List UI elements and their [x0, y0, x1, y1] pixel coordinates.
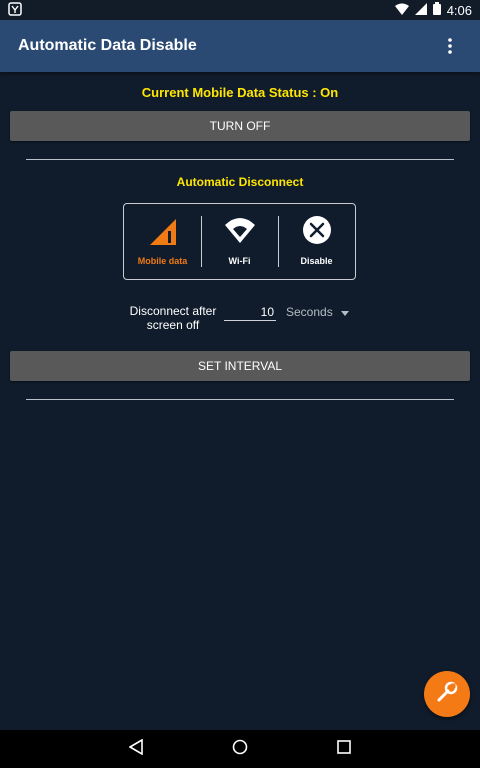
automatic-disconnect-title: Automatic Disconnect — [176, 175, 304, 189]
disconnect-after-label: Disconnect after screen off — [129, 304, 217, 332]
divider-top — [26, 159, 454, 160]
overflow-menu-icon[interactable] — [438, 34, 462, 58]
home-circle-icon — [232, 739, 248, 760]
close-circle-icon — [302, 215, 332, 250]
status-bar: 4:06 — [0, 0, 480, 20]
recents-button[interactable] — [333, 738, 355, 760]
back-triangle-icon — [128, 738, 143, 760]
clock-text: 4:06 — [446, 2, 472, 18]
wrench-icon — [436, 681, 458, 708]
home-button[interactable] — [229, 738, 251, 760]
navigation-bar — [0, 730, 480, 768]
signal-icon — [414, 2, 427, 18]
wifi-status-icon — [394, 3, 409, 18]
toggle-disable-label: Disable — [300, 255, 333, 266]
divider-bottom — [26, 399, 454, 400]
mobile-data-status-text: Current Mobile Data Status : On — [141, 85, 339, 100]
disconnect-mode-toggle-group: Mobile data Wi-Fi Disable — [123, 203, 356, 280]
set-interval-button[interactable]: SET INTERVAL — [10, 351, 470, 381]
toggle-mobile-data[interactable]: Mobile data — [124, 204, 201, 279]
mobile-data-icon — [148, 217, 178, 250]
interval-value-input[interactable] — [224, 303, 276, 321]
recents-square-icon — [337, 739, 351, 759]
wifi-icon — [224, 215, 255, 250]
toggle-mobile-data-label: Mobile data — [137, 255, 188, 266]
turn-off-button[interactable]: TURN OFF — [10, 111, 470, 141]
toggle-wifi-label: Wi-Fi — [228, 255, 251, 266]
app-title: Automatic Data Disable — [18, 37, 197, 54]
interval-unit-label: Seconds — [286, 305, 333, 319]
interval-row: Disconnect after screen off Seconds — [0, 300, 480, 340]
battery-icon — [432, 2, 441, 18]
interval-unit-dropdown[interactable]: Seconds — [286, 303, 356, 321]
notification-icon — [8, 1, 22, 19]
settings-fab[interactable] — [424, 671, 470, 717]
toggle-wifi[interactable]: Wi-Fi — [201, 204, 278, 279]
app-bar: Automatic Data Disable — [0, 20, 480, 72]
toggle-disable[interactable]: Disable — [278, 204, 355, 279]
back-button[interactable] — [125, 738, 147, 760]
dropdown-arrow-icon — [340, 305, 349, 319]
